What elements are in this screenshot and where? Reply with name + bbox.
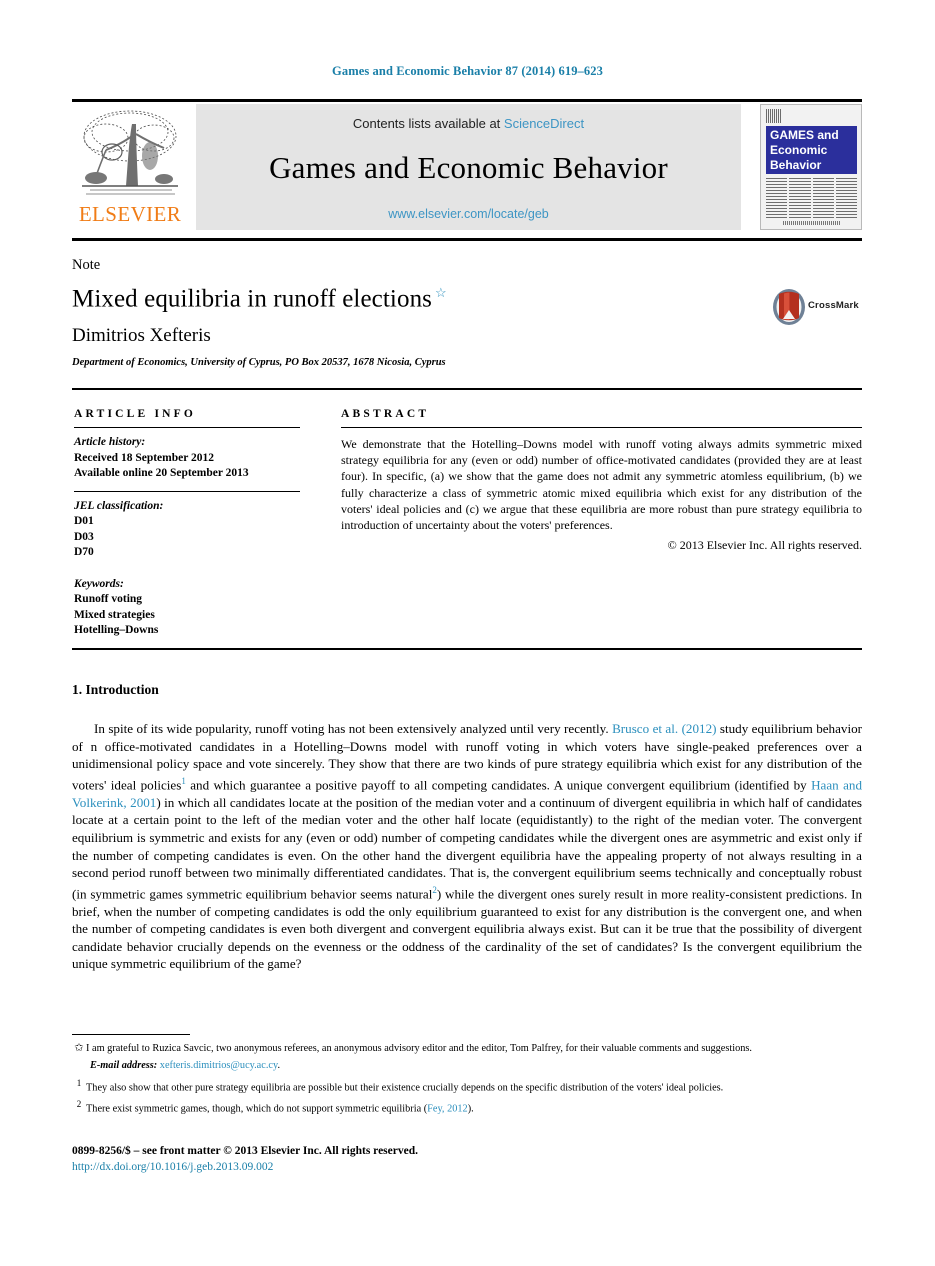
page-title: Mixed equilibria in runoff elections ☆ — [72, 285, 447, 313]
abstract-rights-line: © 2013 Elsevier Inc. All rights reserved… — [667, 538, 862, 553]
footnote-area: ✩ I am grateful to Ruzica Savcic, two ano… — [72, 1041, 862, 1118]
footnote-separator-rule — [72, 1034, 190, 1035]
doi-link[interactable]: http://dx.doi.org/10.1016/j.geb.2013.09.… — [72, 1161, 273, 1173]
journal-cover-thumbnail[interactable]: GAMES and Economic Behavior — [760, 104, 862, 230]
email-link[interactable]: xefteris.dimitrios@ucy.ac.cy — [160, 1060, 278, 1071]
keyword-item: Runoff voting — [74, 593, 143, 605]
keywords-group: Keywords: Runoff voting Mixed strategies… — [74, 577, 300, 639]
footnote-star-mark: ✩ — [74, 1042, 84, 1054]
citation-brusco-link[interactable]: Brusco et al. (2012) — [612, 721, 716, 736]
keyword-item: Mixed strategies — [74, 608, 155, 621]
journal-title: Games and Economic Behavior — [269, 150, 668, 185]
cover-title-line-1: GAMES and — [770, 128, 839, 142]
sciencedirect-link[interactable]: ScienceDirect — [504, 116, 584, 131]
journal-article-page: Games and Economic Behavior 87 (2014) 61… — [0, 0, 935, 1266]
citation-fey-link[interactable]: Fey, 2012 — [427, 1103, 468, 1114]
keyword-item: Hotelling–Downs — [74, 624, 159, 636]
article-info-column: ARTICLE INFO Article history: Received 1… — [74, 408, 300, 639]
cover-footer-texture — [783, 221, 841, 225]
email-suffix: . — [277, 1060, 281, 1072]
footnote-2-mark: 2 — [76, 1099, 82, 1110]
article-info-heading: ARTICLE INFO — [74, 408, 197, 420]
crossmark-label: CrossMark — [808, 300, 859, 311]
abstract-text: We demonstrate that the Hotelling–Downs … — [341, 437, 862, 533]
article-history-group: Article history: Received 18 September 2… — [74, 435, 300, 482]
contents-available-line: Contents lists available at ScienceDirec… — [196, 116, 741, 131]
cover-title-line-2: Economic — [770, 143, 828, 157]
footnote-2-text-b: ). — [467, 1103, 474, 1115]
journal-url-link[interactable]: www.elsevier.com/locate/geb — [196, 207, 741, 221]
cover-title-band: GAMES and Economic Behavior — [766, 126, 857, 174]
footnote-2-text-a: There exist symmetric games, though, whi… — [86, 1103, 428, 1115]
title-footnote-star-icon[interactable]: ☆ — [435, 285, 447, 300]
article-type-label: Note — [72, 257, 101, 273]
article-history-label: Article history: — [74, 436, 146, 448]
article-history-online: Available online 20 September 2013 — [74, 467, 249, 479]
introduction-paragraph: In spite of its wide popularity, runoff … — [72, 720, 862, 973]
jel-label: JEL classification: — [74, 499, 164, 512]
abstract-divider — [341, 427, 862, 428]
elsevier-logo: ELSEVIER — [72, 106, 188, 228]
paper-title-text: Mixed equilibria in runoff elections — [72, 285, 432, 313]
abstract-column: ABSTRACT We demonstrate that the Hotelli… — [341, 408, 862, 553]
intro-text-c: and which guarantee a positive payoff to… — [185, 777, 812, 793]
crossmark-badge[interactable]: CrossMark — [772, 288, 862, 328]
jel-code: D70 — [74, 546, 94, 558]
info-section-top-rule — [72, 388, 862, 390]
crossmark-icon — [773, 289, 805, 325]
jel-code: D01 — [74, 515, 94, 527]
masthead-bottom-rule — [72, 238, 862, 241]
elsevier-wordmark: ELSEVIER — [78, 202, 182, 226]
cover-contents-texture — [766, 178, 857, 218]
author-name: Dimitrios Xefteris — [72, 325, 211, 346]
author-affiliation: Department of Economics, University of C… — [72, 357, 446, 368]
footnote-2: 2 There exist symmetric games, though, wh… — [72, 1097, 862, 1117]
cover-title-line-3: Behavior — [770, 158, 822, 172]
email-label: E-mail address: — [90, 1060, 158, 1072]
keywords-label: Keywords: — [74, 577, 124, 590]
section-heading-introduction: 1. Introduction — [72, 682, 159, 697]
intro-text-a: In spite of its wide popularity, runoff … — [94, 721, 613, 736]
elsevier-tree-icon — [76, 106, 184, 198]
footnote-1: 1 They also show that other pure strategy… — [72, 1076, 862, 1096]
footnote-1-text: They also show that other pure strategy … — [86, 1082, 724, 1094]
abstract-bottom-rule — [72, 648, 862, 650]
masthead-top-rule — [72, 99, 862, 102]
footnote-1-mark: 1 — [76, 1078, 82, 1089]
masthead-center-panel: Contents lists available at ScienceDirec… — [196, 104, 741, 230]
masthead: ELSEVIER Contents lists available at Sci… — [72, 104, 862, 230]
footnote-star: ✩ I am grateful to Ruzica Savcic, two ano… — [72, 1041, 862, 1056]
article-history-received: Received 18 September 2012 — [74, 451, 214, 464]
abstract-heading: ABSTRACT — [341, 408, 430, 420]
footnote-star-text: I am grateful to Ruzica Savcic, two anon… — [86, 1043, 752, 1054]
article-info-divider — [74, 427, 300, 428]
running-head: Games and Economic Behavior 87 (2014) 61… — [332, 64, 603, 78]
contents-prefix: Contents lists available at — [352, 116, 504, 131]
jel-classification-group: JEL classification: D01 D03 D70 — [74, 499, 300, 561]
jel-code: D03 — [74, 530, 94, 543]
cover-barcode-icon — [766, 109, 782, 123]
issn-copyright-line: 0899-8256/$ – see front matter © 2013 El… — [72, 1145, 418, 1157]
footnote-email: E-mail address: xefteris.dimitrios@ucy.a… — [90, 1059, 862, 1073]
article-info-divider-2 — [74, 490, 300, 492]
